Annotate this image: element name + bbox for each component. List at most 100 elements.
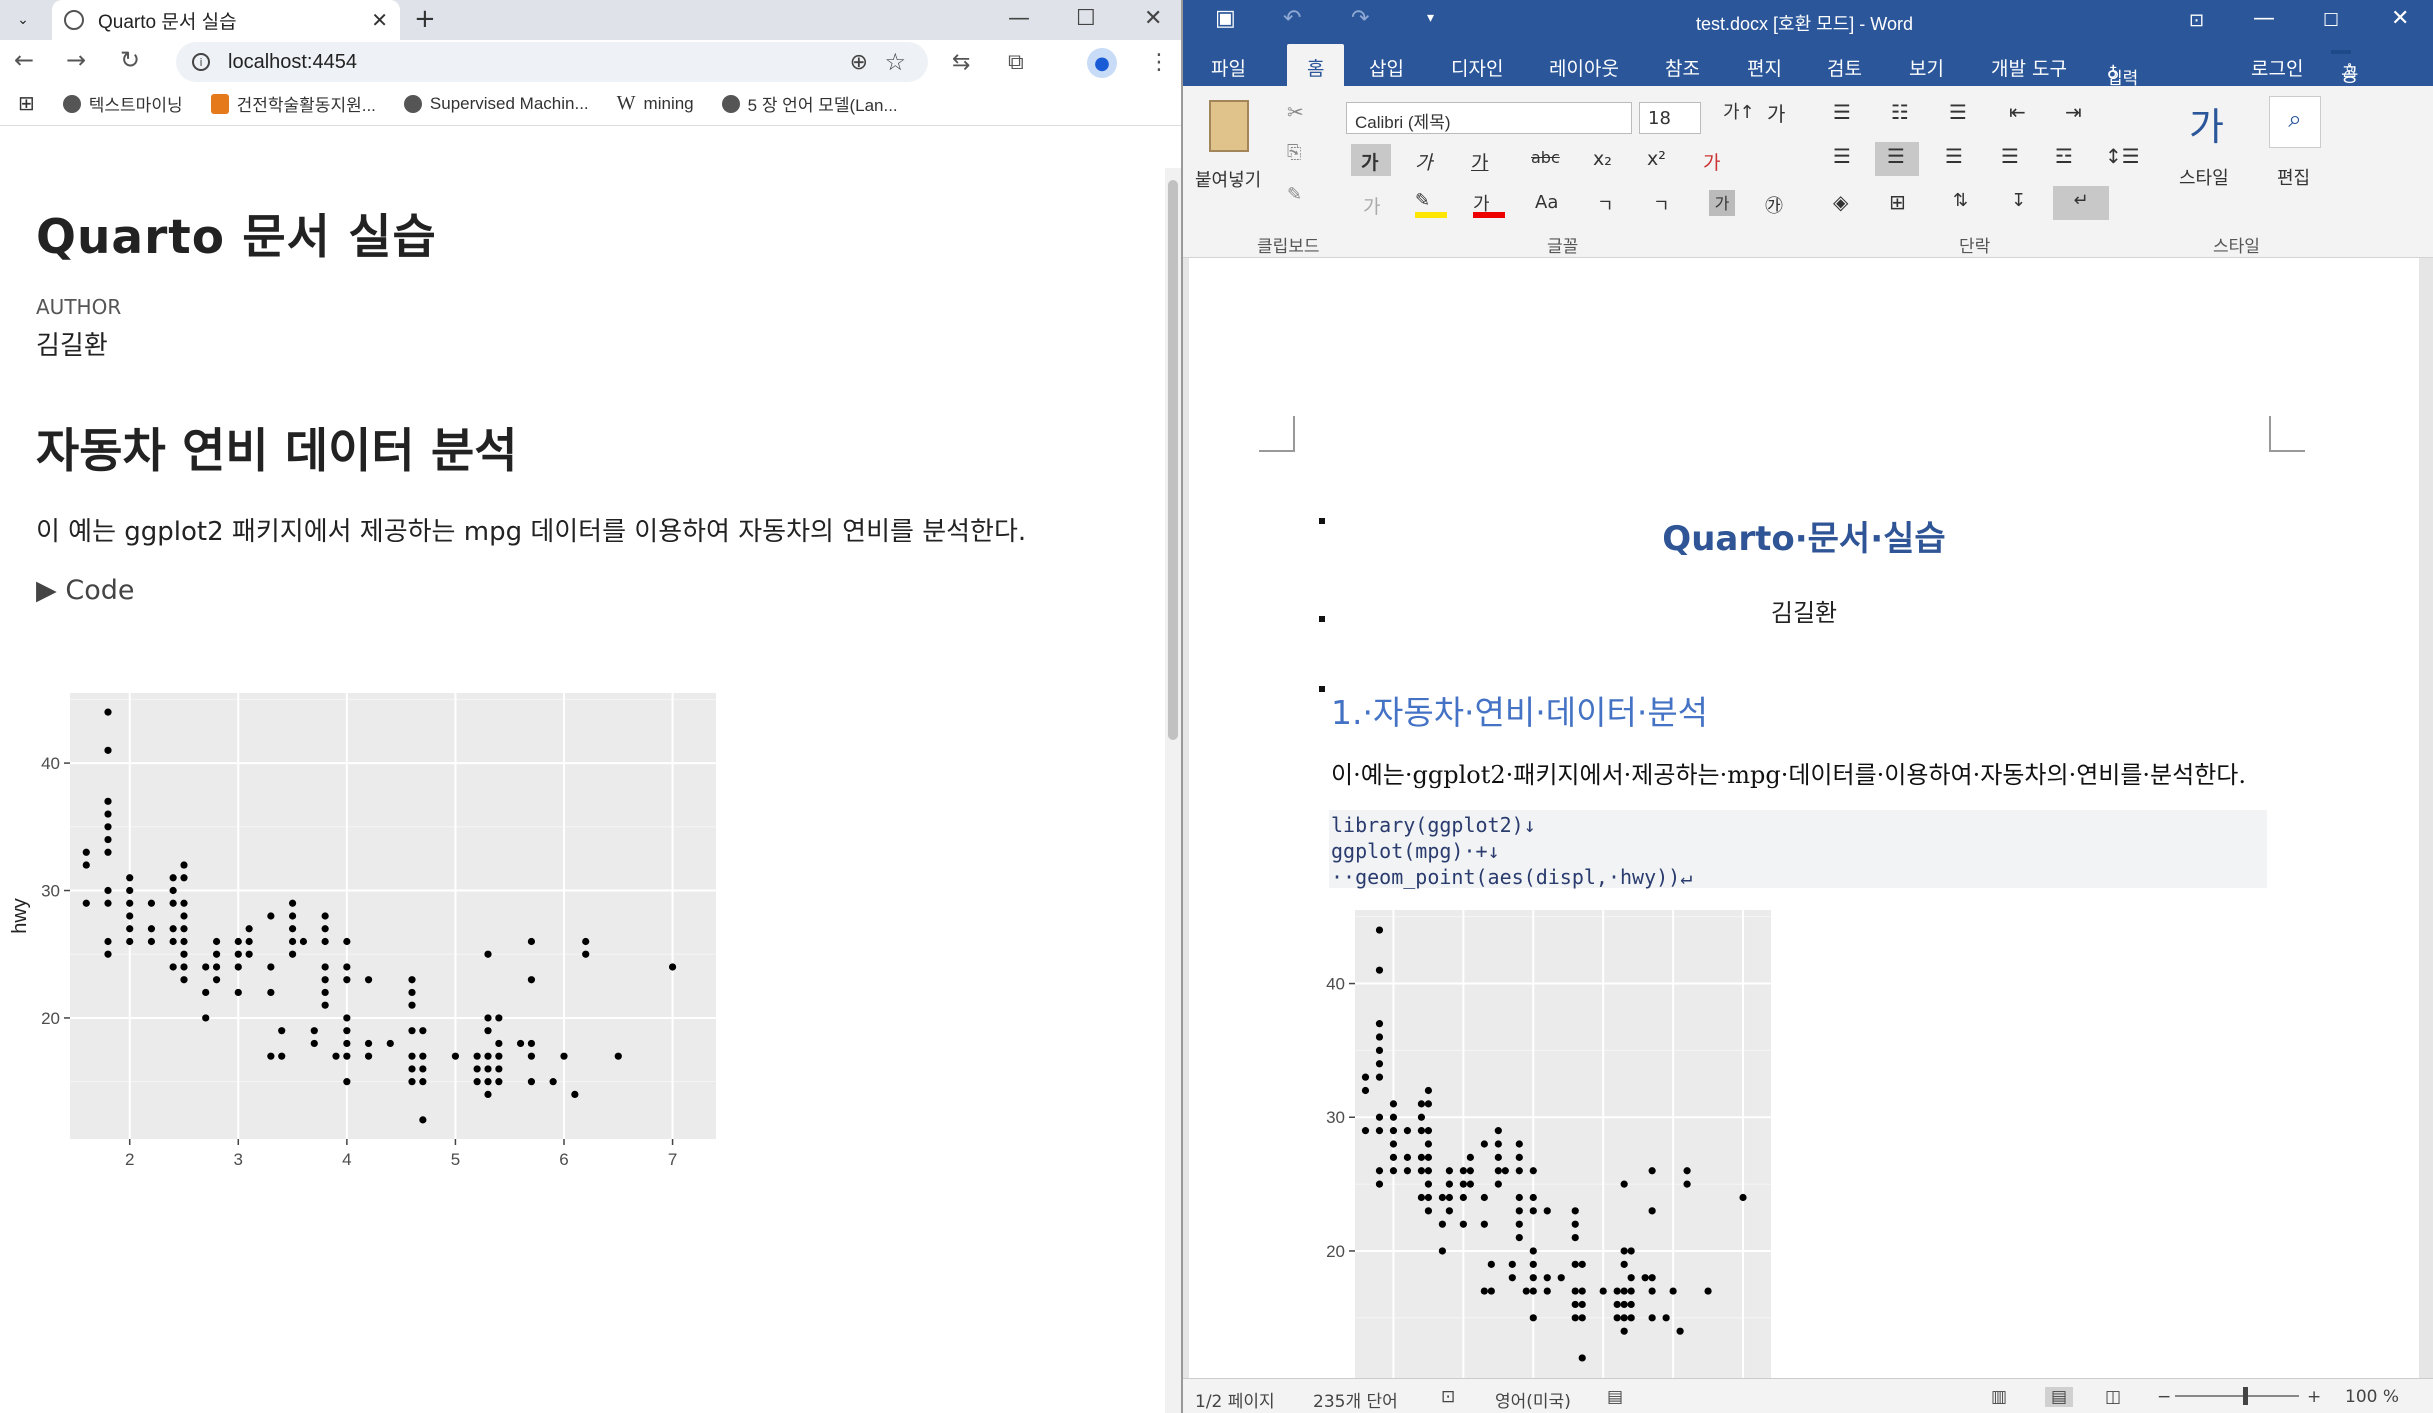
extensions-icon[interactable]: ⧉ <box>1008 50 1024 75</box>
text-effects-icon[interactable]: 가 <box>1703 148 1720 175</box>
tab-mailings[interactable]: 편지 <box>1747 54 1782 81</box>
font-size-select[interactable]: 18 <box>1639 102 1701 134</box>
tab-review[interactable]: 검토 <box>1827 54 1862 81</box>
copy-icon[interactable]: ⎘ <box>1287 142 1301 163</box>
numbering-icon[interactable]: ☷ <box>1891 100 1909 124</box>
proofing-icon[interactable]: ⊡ <box>1441 1387 1455 1407</box>
quick-access-dropdown-icon[interactable]: ▾ <box>1427 10 1434 26</box>
document-page[interactable]: Quarto·문서·실습 김길환 1.·자동차·연비·데이터·분석 이·예는·g… <box>1189 258 2419 1378</box>
highlight-color-icon[interactable]: ✎ <box>1415 190 1447 218</box>
italic-icon[interactable]: 가 <box>1415 148 1432 175</box>
bookmark-item[interactable]: 5 장 언어 모델(Lan... <box>721 91 898 116</box>
close-window-icon[interactable]: ✕ <box>1144 6 1162 31</box>
minimize-icon[interactable]: — <box>2253 6 2275 31</box>
zoom-in-icon[interactable]: + <box>2307 1387 2321 1407</box>
font-color-icon[interactable]: 가 <box>1473 190 1505 218</box>
close-window-icon[interactable]: ✕ <box>2391 6 2409 31</box>
bookmark-item[interactable]: Wmining <box>617 92 694 115</box>
asian-layout-icon[interactable]: ↧ <box>2011 190 2026 211</box>
macro-icon[interactable]: ▤ <box>1607 1387 1623 1407</box>
translate-icon[interactable]: ⇆ <box>952 50 970 75</box>
back-arrow-icon[interactable]: ← <box>14 46 34 74</box>
zoom-icon[interactable]: ⊕ <box>850 50 868 75</box>
status-words[interactable]: 235개 단어 <box>1313 1387 1398 1412</box>
address-bar[interactable]: i localhost:4454 ⊕ ☆ <box>176 42 928 82</box>
apps-grid-icon[interactable]: ⊞ <box>18 91 35 116</box>
zoom-slider-thumb[interactable] <box>2243 1387 2248 1405</box>
bookmark-item[interactable]: 텍스트마이닝 <box>62 91 183 116</box>
distributed-icon[interactable]: ☲ <box>2055 144 2073 168</box>
zoom-out-icon[interactable]: − <box>2157 1387 2171 1407</box>
grow-font-icon[interactable]: 가↑ <box>1723 98 1755 124</box>
browser-tab[interactable]: Quarto 문서 실습 ✕ <box>52 0 400 40</box>
underline-icon[interactable]: 가 <box>1471 148 1488 175</box>
sort-icon[interactable]: ⇅ <box>1953 190 1968 211</box>
cut-icon[interactable]: ✂ <box>1287 100 1304 124</box>
tab-references[interactable]: 참조 <box>1665 54 1700 81</box>
change-case-icon[interactable]: Aa <box>1535 192 1558 213</box>
tab-insert[interactable]: 삽입 <box>1369 54 1404 81</box>
tab-design[interactable]: 디자인 <box>1451 54 1503 81</box>
shading-icon[interactable]: ◈ <box>1833 190 1848 214</box>
tab-home[interactable]: 홈 <box>1287 44 1345 86</box>
login-link[interactable]: 로그인 <box>2251 54 2303 81</box>
status-page[interactable]: 1/2 페이지 <box>1195 1387 1275 1412</box>
justify-icon[interactable]: ☰ <box>2001 144 2019 168</box>
find-search-icon[interactable]: ⌕ <box>2269 96 2321 148</box>
tab-view[interactable]: 보기 <box>1909 54 1944 81</box>
code-fold-toggle[interactable]: ▶ Code <box>36 575 1165 606</box>
borders-icon[interactable]: ⊞ <box>1889 190 1906 214</box>
bookmark-item[interactable]: 건전학술활동지원... <box>210 91 376 116</box>
clear-format-icon[interactable]: 가 <box>1767 98 1785 127</box>
align-right-icon[interactable]: ☰ <box>1945 144 1963 168</box>
show-marks-icon[interactable]: ↵ <box>2053 186 2109 220</box>
bookmark-item[interactable]: Supervised Machin... <box>403 94 589 114</box>
page-scrollbar[interactable] <box>1165 168 1181 1413</box>
phonetic-guide-icon[interactable]: ㄱ <box>1597 192 1614 218</box>
increase-indent-icon[interactable]: ⇥ <box>2065 100 2082 124</box>
maximize-icon[interactable]: ☐ <box>2323 10 2339 31</box>
enclose-char-icon[interactable]: ㄱ <box>1653 192 1670 218</box>
char-shading-icon[interactable]: 가 <box>1709 190 1735 216</box>
save-icon[interactable]: ▣ <box>1215 6 1236 31</box>
menu-kebab-icon[interactable]: ⋮ <box>1148 50 1170 75</box>
align-left-icon[interactable]: ☰ <box>1833 144 1851 168</box>
zoom-slider[interactable] <box>2175 1395 2299 1397</box>
zoom-level[interactable]: 100 % <box>2345 1387 2399 1407</box>
close-tab-icon[interactable]: ✕ <box>371 8 388 32</box>
text-effect-icon[interactable]: 가 <box>1363 192 1380 219</box>
read-mode-icon[interactable]: ▥ <box>1991 1387 2007 1407</box>
minimize-icon[interactable]: — <box>1008 6 1030 31</box>
font-name-select[interactable]: Calibri (제목) <box>1346 102 1632 134</box>
subscript-icon[interactable]: x₂ <box>1593 148 1612 170</box>
print-layout-icon[interactable]: ▤ <box>2045 1387 2074 1407</box>
paste-icon[interactable] <box>1209 100 1249 152</box>
new-tab-button[interactable]: + <box>414 4 436 34</box>
styles-button[interactable]: 스타일 <box>2179 164 2229 190</box>
format-painter-icon[interactable]: ✎ <box>1287 184 1302 205</box>
tab-file[interactable]: 파일 <box>1211 54 1246 81</box>
tab-layout[interactable]: 레이아웃 <box>1549 54 1619 81</box>
undo-icon[interactable]: ↶ <box>1283 6 1301 31</box>
tab-developer[interactable]: 개발 도구 <box>1991 54 2067 81</box>
strikethrough-icon[interactable]: abc <box>1531 148 1560 167</box>
profile-avatar[interactable]: ● <box>1087 48 1117 78</box>
editing-button[interactable]: 편집 <box>2277 164 2310 190</box>
styles-icon[interactable]: 가 <box>2189 96 2224 151</box>
ribbon-options-icon[interactable]: ⊡ <box>2189 10 2204 31</box>
decrease-indent-icon[interactable]: ⇤ <box>2009 100 2026 124</box>
web-layout-icon[interactable]: ◫ <box>2105 1387 2121 1407</box>
enclosed-char-icon[interactable]: ㉮ <box>1765 192 1783 218</box>
multilevel-list-icon[interactable]: ☰ <box>1949 100 1967 124</box>
status-language[interactable]: 영어(미국) <box>1495 1387 1571 1412</box>
scrollbar-thumb[interactable] <box>1168 180 1178 740</box>
paste-button[interactable]: 붙여넣기 <box>1195 166 1261 192</box>
redo-icon[interactable]: ↷ <box>1351 6 1369 31</box>
line-spacing-icon[interactable]: ↕☰ <box>2105 144 2140 168</box>
maximize-icon[interactable]: ☐ <box>1076 6 1096 31</box>
reload-icon[interactable]: ↻ <box>120 46 140 74</box>
tab-search-chevron-icon[interactable]: ⌄ <box>9 6 37 34</box>
share-button[interactable]: ♙ 공유 <box>2331 50 2358 113</box>
forward-arrow-icon[interactable]: → <box>66 46 86 74</box>
superscript-icon[interactable]: x² <box>1647 148 1666 170</box>
